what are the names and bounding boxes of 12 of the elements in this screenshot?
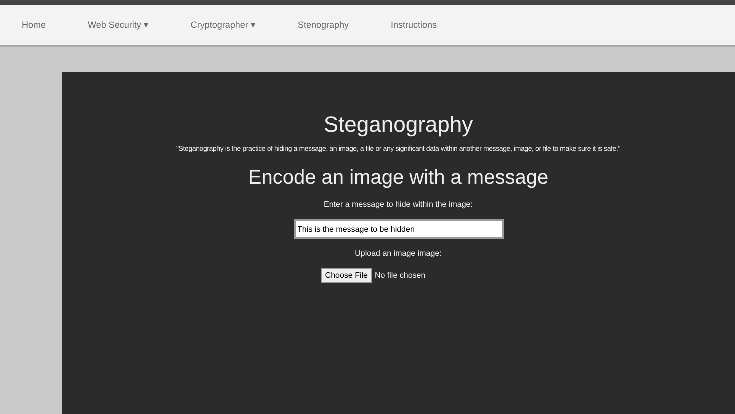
nav-link[interactable]: Cryptographer ▾ (190, 20, 256, 30)
field-label: Enter a message to hide within the image: (324, 200, 473, 209)
field-label: Upload an image image: (355, 249, 442, 258)
nav-link[interactable]: Web Security ▾ (88, 20, 149, 30)
nav-link[interactable]: Home (22, 20, 46, 30)
choose-file-button[interactable]: Choose File (321, 268, 372, 283)
form-heading: Encode an image with a message (248, 167, 549, 190)
file-status-text: No file chosen (374, 271, 426, 280)
nav-link[interactable]: Stenography (298, 20, 349, 30)
nav-link[interactable]: Instructions (390, 20, 438, 30)
message-input-field[interactable]: This is the message to be hidden (294, 219, 504, 239)
page-title: Steganography (324, 112, 474, 138)
